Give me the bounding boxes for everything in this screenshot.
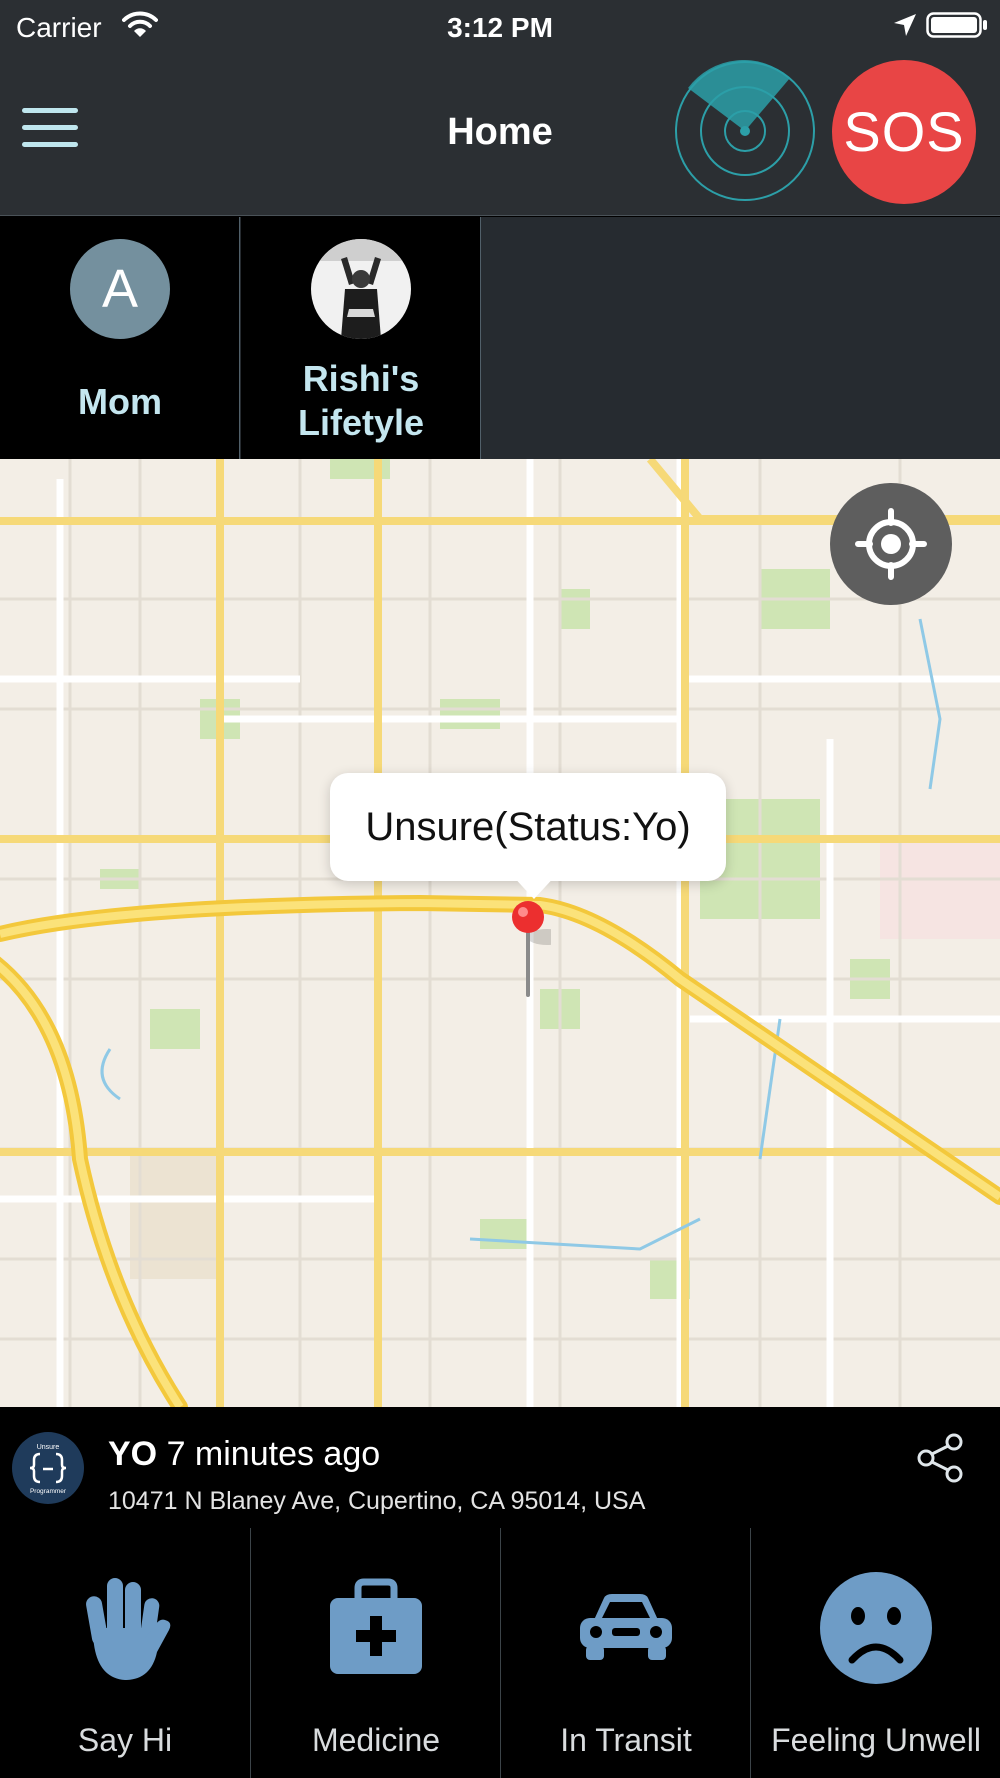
clock-label: 3:12 PM — [447, 12, 553, 43]
in-transit-button[interactable]: In Transit — [500, 1528, 750, 1778]
braces-logo-icon: Unsure Programmer — [30, 1444, 67, 1495]
avatar — [311, 239, 411, 339]
contact-name-line2: Lifetyle — [297, 402, 425, 443]
say-hi-button[interactable]: Say Hi — [0, 1528, 250, 1778]
contact-name: Mom — [78, 381, 162, 422]
contacts-row: A Mom Rishi's Lifetyle — [0, 217, 1000, 459]
car-icon — [580, 1594, 672, 1660]
quick-action-label: Medicine — [311, 1722, 441, 1758]
status-line: YO 7 minutes ago — [108, 1432, 380, 1476]
sos-button[interactable]: SOS — [832, 60, 976, 204]
avatar: A — [70, 239, 170, 339]
location-callout[interactable]: Unsure(Status:Yo) — [330, 773, 726, 899]
medkit-icon — [330, 1578, 422, 1674]
callout-label: Unsure(Status:Yo) — [365, 805, 691, 849]
quick-action-label: In Transit — [560, 1722, 692, 1758]
status-value: YO — [108, 1435, 158, 1473]
status-address: 10471 N Blaney Ave, Cupertino, CA 95014,… — [108, 1487, 646, 1515]
map-view[interactable]: Unsure(Status:Yo) — [0, 459, 1000, 1407]
battery-icon — [926, 12, 987, 38]
location-arrow-icon — [894, 14, 916, 36]
quick-action-label: Say Hi — [77, 1722, 173, 1758]
share-icon[interactable] — [914, 1432, 966, 1484]
map-pin-icon[interactable] — [505, 899, 551, 999]
svg-text:Unsure: Unsure — [37, 1444, 60, 1451]
top-navigation-bar: Carrier 3:12 PM Home SOS — [0, 0, 1000, 216]
locate-me-button[interactable] — [830, 483, 952, 605]
app-logo: Unsure Programmer — [12, 1432, 84, 1504]
latest-status-panel: Unsure Programmer YO 7 minutes ago 10471… — [0, 1408, 1000, 1528]
svg-text:Programmer: Programmer — [30, 1488, 67, 1495]
status-time: 7 minutes ago — [166, 1435, 381, 1473]
contact-card-rishi[interactable]: Rishi's Lifetyle — [241, 217, 481, 459]
hand-icon — [86, 1578, 171, 1680]
sad-face-icon — [820, 1572, 932, 1684]
contact-card-mom[interactable]: A Mom — [0, 217, 240, 459]
medicine-button[interactable]: Medicine — [250, 1528, 500, 1778]
feeling-unwell-button[interactable]: Feeling Unwell — [750, 1528, 1000, 1778]
avatar-photo — [311, 239, 411, 339]
crosshair-icon — [855, 508, 927, 580]
radar-icon[interactable] — [674, 60, 816, 202]
quick-status-bar: Say Hi Medicine In Transit Feeling Unwel… — [0, 1528, 1000, 1778]
quick-action-label: Feeling Unwell — [771, 1722, 981, 1758]
contact-name-line1: Rishi's — [302, 358, 420, 399]
